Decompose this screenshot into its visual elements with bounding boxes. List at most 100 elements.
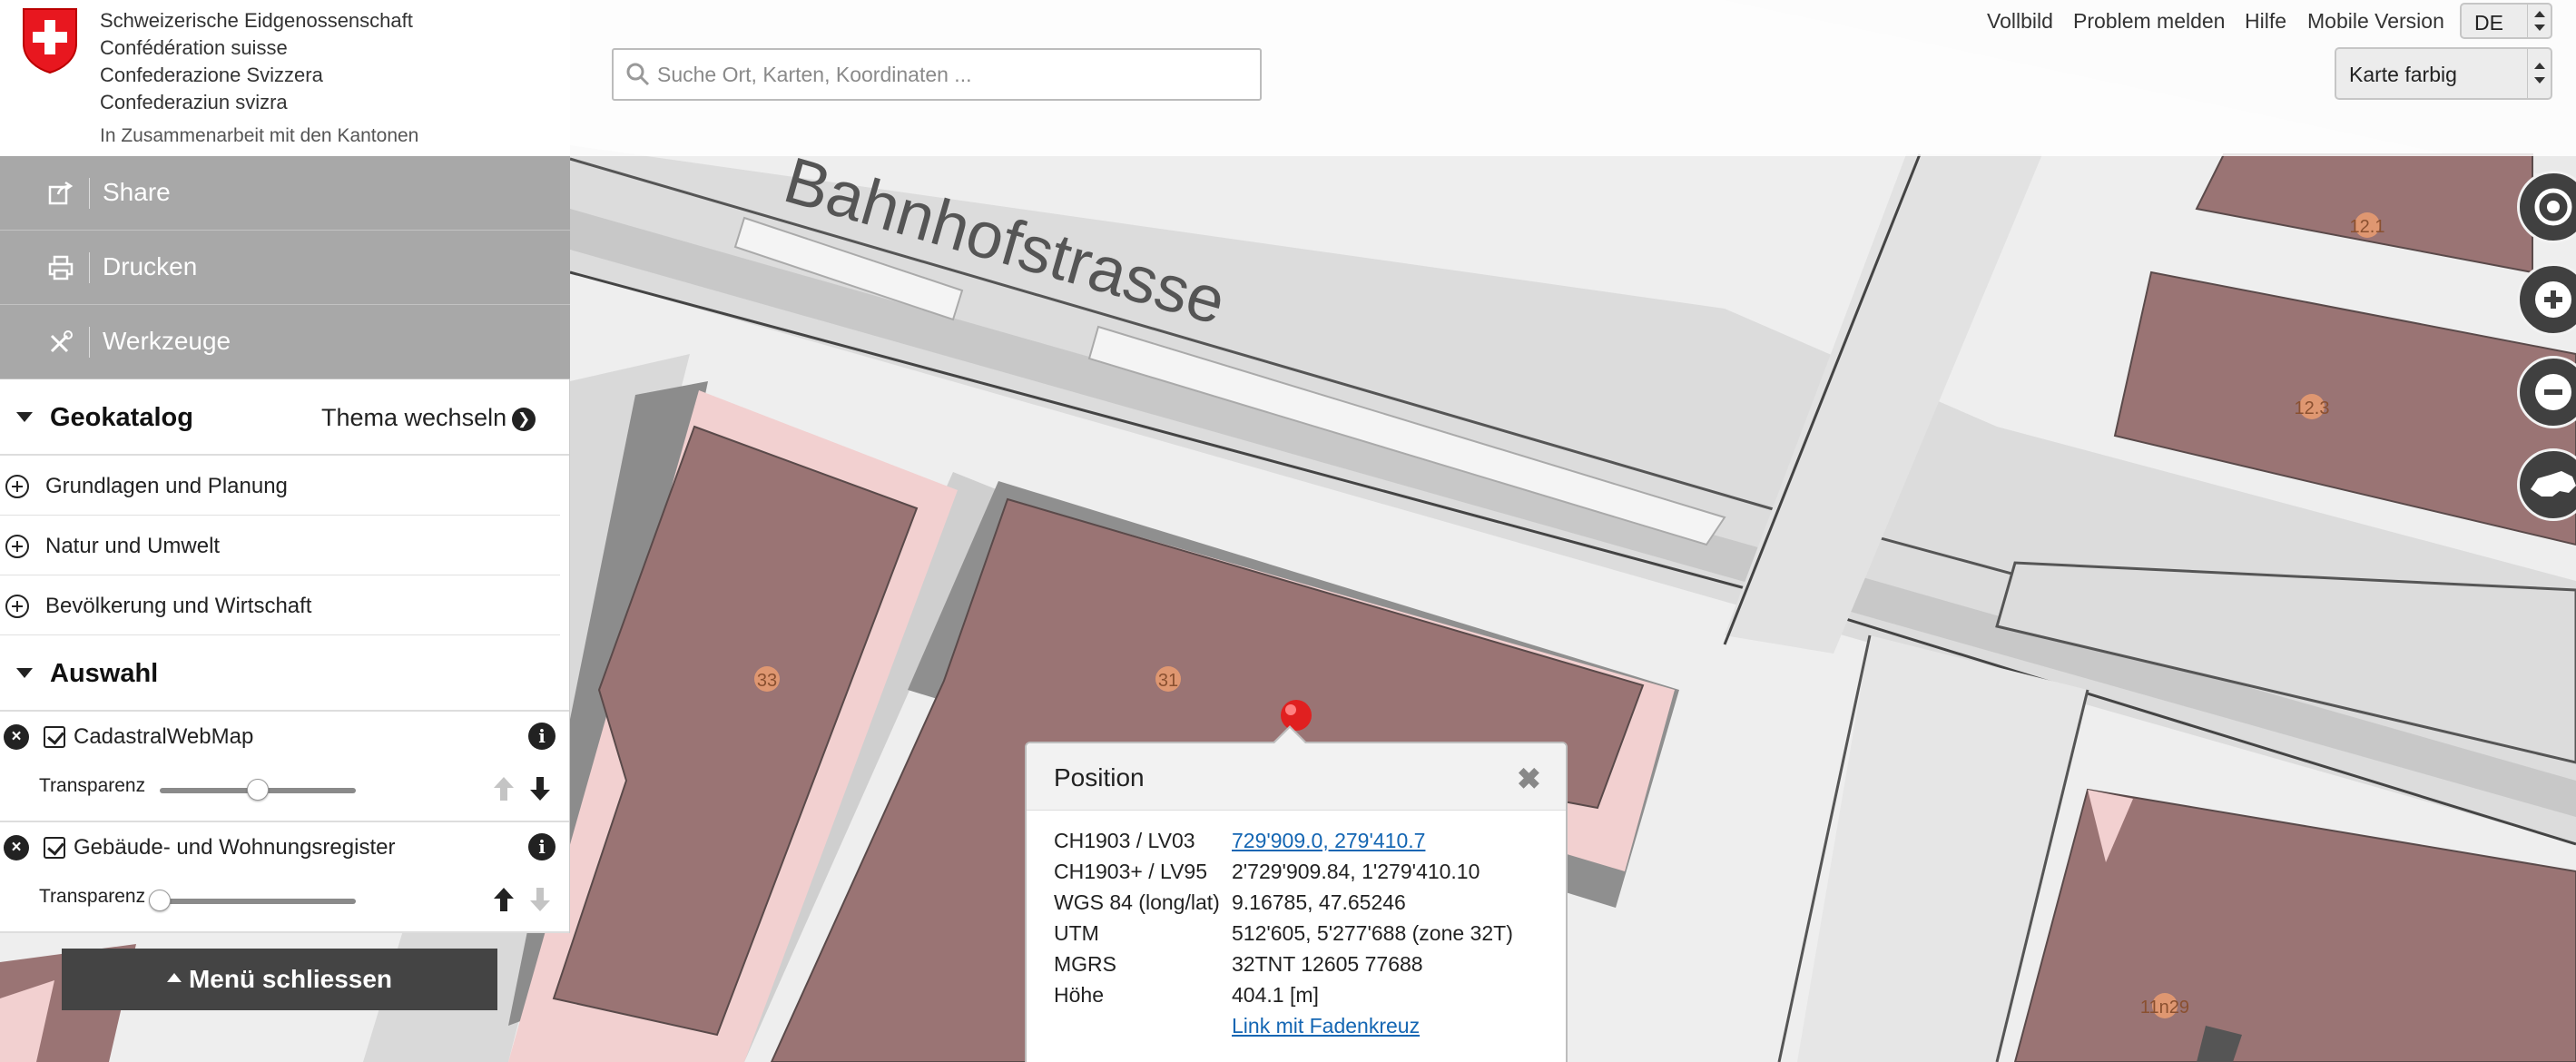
catalog-item-nature[interactable]: Natur und Umwelt xyxy=(0,516,560,575)
transparency-slider[interactable] xyxy=(149,890,356,911)
svg-text:31: 31 xyxy=(1158,671,1178,691)
language-value: DE xyxy=(2474,11,2503,34)
chevron-right-icon: ❯ xyxy=(512,408,536,431)
share-icon xyxy=(48,181,74,205)
transparency-slider[interactable] xyxy=(160,779,356,801)
target-icon xyxy=(2534,188,2572,226)
selection-title: Auswahl xyxy=(50,659,159,688)
federation-name-rm: Confederaziun svizra xyxy=(100,91,288,113)
share-button[interactable]: Share xyxy=(0,156,570,231)
plus-icon xyxy=(2535,281,2571,318)
catalog-item-label: Natur und Umwelt xyxy=(45,534,221,558)
coord-label: CH1903 / LV03 xyxy=(1054,829,1195,852)
info-icon[interactable]: i xyxy=(528,723,556,750)
slider-knob[interactable] xyxy=(149,890,171,911)
search-input[interactable] xyxy=(657,50,1247,99)
geolocate-button[interactable] xyxy=(2517,171,2576,243)
federation-name-de: Schweizerische Eidgenossenschaft xyxy=(100,9,413,32)
slider-knob[interactable] xyxy=(247,779,269,801)
layer-name: Gebäude- und Wohnungsregister xyxy=(74,835,396,860)
coord-label: CH1903+ / LV95 xyxy=(1054,860,1207,883)
crosshair-link[interactable]: Link mit Fadenkreuz xyxy=(1232,1014,1420,1038)
info-icon[interactable]: i xyxy=(528,833,556,860)
switzerland-outline-icon xyxy=(2531,471,2576,497)
svg-text:12.3: 12.3 xyxy=(2295,398,2330,418)
close-icon[interactable]: ✖ xyxy=(1517,762,1541,796)
catalog-panel: Geokatalog Thema wechseln ❯ Grundlagen un… xyxy=(0,379,570,933)
svg-text:12.1: 12.1 xyxy=(2350,217,2385,237)
select-arrows-icon xyxy=(2527,49,2551,98)
house-number-33: 33 xyxy=(754,666,780,692)
arrow-up-icon[interactable] xyxy=(490,884,517,915)
house-number-12-1: 12.1 xyxy=(2350,212,2385,238)
coord-value: 32TNT 12605 77688 xyxy=(1232,952,1423,976)
minus-icon xyxy=(2535,374,2571,410)
layer-row: × Gebäude- und Wohnungsregister i Transp… xyxy=(0,822,569,933)
coord-value: 404.1 [m] xyxy=(1232,983,1319,1007)
close-menu-label: Menü schliessen xyxy=(188,965,393,993)
search-box[interactable] xyxy=(612,48,1262,101)
layer-name: CadastralWebMap xyxy=(74,724,254,749)
federation-name-fr: Confédération suisse xyxy=(100,36,288,59)
transparency-label: Transparenz xyxy=(39,775,146,796)
arrow-up-icon[interactable] xyxy=(490,773,517,804)
coord-label: UTM xyxy=(1054,921,1099,945)
theme-switch-label: Thema wechseln xyxy=(321,404,507,431)
popup-header: Position ✖ xyxy=(1027,743,1566,811)
coord-value: 2'729'909.84, 1'279'410.10 xyxy=(1232,860,1480,883)
coord-lv03-link[interactable]: 729'909.0, 279'410.7 xyxy=(1232,829,1425,853)
theme-switch-button[interactable]: Thema wechseln ❯ xyxy=(321,404,536,432)
print-button[interactable]: Drucken xyxy=(0,231,570,305)
arrow-down-icon[interactable] xyxy=(526,773,554,804)
language-select[interactable]: DE xyxy=(2460,3,2552,39)
catalog-item-basics[interactable]: Grundlagen und Planung xyxy=(0,456,560,516)
coord-value: 512'605, 5'277'688 (zone 32T) xyxy=(1232,921,1513,945)
position-marker-icon xyxy=(1281,700,1312,731)
remove-layer-icon[interactable]: × xyxy=(4,724,29,750)
layer-visibility-checkbox[interactable] xyxy=(44,726,65,748)
divider xyxy=(89,252,90,283)
expand-plus-icon xyxy=(5,535,29,558)
catalog-item-label: Grundlagen und Planung xyxy=(45,474,288,498)
print-icon xyxy=(48,255,74,280)
swiss-crest-icon xyxy=(23,8,77,74)
federal-logo-block: Schweizerische Eidgenossenschaft Confédé… xyxy=(0,0,570,156)
coord-label: WGS 84 (long/lat) xyxy=(1054,890,1220,914)
zoom-in-button[interactable] xyxy=(2517,263,2576,336)
catalog-item-population[interactable]: Bevölkerung und Wirtschaft xyxy=(0,575,560,635)
caret-up-icon xyxy=(166,973,182,982)
zoom-out-button[interactable] xyxy=(2517,356,2576,428)
link-help[interactable]: Hilfe xyxy=(2245,9,2286,34)
background-layer-select[interactable]: Karte farbig xyxy=(2335,47,2552,100)
side-menu: Share Drucken Werkzeuge Geokatalog Thema… xyxy=(0,156,570,933)
share-label: Share xyxy=(103,178,171,206)
svg-text:33: 33 xyxy=(757,671,777,691)
tools-button[interactable]: Werkzeuge xyxy=(0,305,570,379)
expand-plus-icon xyxy=(5,475,29,498)
select-arrows-icon xyxy=(2527,5,2551,37)
layer-visibility-checkbox[interactable] xyxy=(44,837,65,859)
house-number-11n29: 11n29 xyxy=(2140,993,2189,1018)
link-fullscreen[interactable]: Vollbild xyxy=(1987,9,2053,34)
divider xyxy=(89,178,90,209)
federation-name-it: Confederazione Svizzera xyxy=(100,64,323,86)
coord-label: Höhe xyxy=(1054,983,1104,1007)
selection-header[interactable]: Auswahl xyxy=(0,635,569,712)
link-report-problem[interactable]: Problem melden xyxy=(2073,9,2225,34)
expand-plus-icon xyxy=(5,595,29,618)
zoom-to-switzerland-button[interactable] xyxy=(2517,448,2576,521)
print-label: Drucken xyxy=(103,252,198,280)
close-menu-button[interactable]: Menü schliessen xyxy=(62,949,497,1010)
house-number-12-3: 12.3 xyxy=(2295,394,2330,419)
svg-text:11n29: 11n29 xyxy=(2140,998,2189,1018)
divider xyxy=(89,327,90,358)
popup-title: Position xyxy=(1054,763,1145,792)
position-popup: Position ✖ CH1903 / LV03 729'909.0, 279'… xyxy=(1025,725,1568,1062)
catalog-item-label: Bevölkerung und Wirtschaft xyxy=(45,594,312,618)
transparency-label: Transparenz xyxy=(39,886,146,907)
geocatalog-header[interactable]: Geokatalog Thema wechseln ❯ xyxy=(0,379,569,456)
link-mobile-version[interactable]: Mobile Version xyxy=(2307,9,2444,34)
arrow-down-icon[interactable] xyxy=(526,884,554,915)
top-header: Schweizerische Eidgenossenschaft Confédé… xyxy=(0,0,2576,156)
remove-layer-icon[interactable]: × xyxy=(4,835,29,860)
